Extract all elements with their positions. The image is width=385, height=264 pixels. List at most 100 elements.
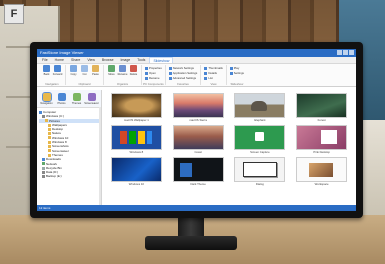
folder-icon [41, 91, 52, 102]
advanced-settings-command[interactable]: Advanced Settings [169, 76, 198, 80]
thumbnail[interactable]: Windows 10 [108, 158, 165, 187]
details-view-command[interactable]: Details [204, 71, 222, 75]
download-folder-icon [42, 157, 45, 161]
thumbnail[interactable]: Coast [170, 126, 227, 155]
folder-icon [48, 123, 51, 127]
move-icon [108, 65, 115, 72]
rename-button[interactable]: Rename [118, 65, 127, 78]
elephant-photo-icon [235, 94, 285, 117]
back-arrow-icon [43, 65, 50, 72]
minimize-icon[interactable] [337, 50, 342, 55]
ribbon-group-navigation: Back Forward Navigation [39, 65, 66, 86]
menu-view[interactable]: View [84, 57, 98, 63]
pink-photo-icon [297, 126, 347, 149]
folder-icon [48, 132, 51, 136]
copy-button[interactable]: Copy [69, 65, 78, 78]
close-icon[interactable] [349, 50, 354, 55]
thumbnail[interactable]: Windows 8 [108, 126, 165, 155]
dark-screen-photo-icon [173, 158, 223, 181]
monitor-screen: FastStone Image Viewer File Home Share V… [37, 49, 356, 211]
rename-command[interactable]: Rename [145, 76, 162, 80]
rename-icon [119, 65, 126, 72]
network-settings-command[interactable]: Network Settings [169, 66, 198, 70]
status-text: 12 items [39, 206, 51, 210]
play-slideshow-command[interactable]: Play [230, 66, 244, 70]
maximize-icon[interactable] [343, 50, 348, 55]
ribbon-group-slideshow: Play Settings Slideshow [230, 66, 244, 86]
ribbon: Back Forward Navigation Copy Cut Paste C… [37, 64, 356, 87]
paste-button[interactable]: Paste [91, 65, 100, 78]
window-controls [336, 50, 354, 58]
computer-icon [39, 110, 42, 114]
copy-icon [70, 65, 77, 72]
menu-slideshow[interactable]: Slideshow [149, 57, 174, 63]
forward-arrow-icon [54, 65, 61, 72]
application-settings-command[interactable]: Application Settings [169, 71, 198, 75]
folder-icon [48, 136, 51, 140]
windows10-photo-icon [111, 158, 161, 181]
menu-file[interactable]: File [39, 57, 51, 63]
properties-command[interactable]: Properties [145, 66, 162, 70]
menu-tools[interactable]: Tools [134, 57, 148, 63]
folder-tree: Computer Windows (C:) Pictures Wallpaper… [37, 108, 101, 181]
thumbnail[interactable]: Forest [293, 94, 350, 123]
green-screen-photo-icon [235, 126, 285, 149]
lion-photo-icon [111, 94, 161, 117]
ribbon-group-view: Thumbnails Details List View [201, 65, 227, 86]
menu-home[interactable]: Home [52, 57, 67, 63]
cut-button[interactable]: Cut [80, 65, 89, 78]
thumbnail[interactable]: Dialog [232, 158, 289, 187]
menu-share[interactable]: Share [68, 57, 83, 63]
ribbon-group-favorites: Network Settings Application Settings Ad… [166, 65, 202, 86]
sidebar-nav: Navigation Photos Themes Screensaver [37, 90, 101, 108]
menu-browse[interactable]: Browse [99, 57, 117, 63]
forward-button[interactable]: Forward [53, 65, 62, 78]
delete-button[interactable]: Delete [129, 65, 138, 78]
status-bar: 12 items [37, 205, 356, 211]
thumbnail[interactable]: Workspace [293, 158, 350, 187]
photo-icon [57, 92, 66, 101]
screensaver-icon [87, 92, 96, 101]
drive-icon [42, 170, 45, 174]
menu-bar: File Home Share View Browse Image Tools … [37, 57, 356, 64]
folder-icon [48, 153, 51, 157]
tree-item[interactable]: Backup (E:) [39, 174, 99, 178]
ribbon-group-clipboard: Copy Cut Paste Clipboard [66, 65, 104, 86]
window-titlebar: FastStone Image Viewer [37, 49, 356, 57]
nav-screensaver[interactable]: Screensaver [84, 92, 99, 105]
window-body: Navigation Photos Themes Screensaver Com… [37, 90, 356, 205]
drive-icon [42, 115, 45, 118]
nav-photos[interactable]: Photos [56, 92, 68, 105]
folder-icon [48, 140, 51, 144]
nav-navigation[interactable]: Navigation [40, 91, 53, 105]
list-view-command[interactable]: List [204, 76, 222, 80]
recycle-bin-icon [42, 166, 45, 170]
forest-photo-icon [297, 94, 347, 117]
folder-icon [45, 119, 48, 123]
move-button[interactable]: Move [107, 65, 116, 78]
thumbnail[interactable]: macOS Sierra [170, 94, 227, 123]
workspace-photo-icon [297, 158, 347, 181]
dialog-photo-icon [235, 158, 285, 181]
thumbnail[interactable]: Pink Desktop [293, 126, 350, 155]
slideshow-settings-command[interactable]: Settings [230, 71, 244, 75]
nav-themes[interactable]: Themes [71, 92, 83, 105]
thumbnails-view-command[interactable]: Thumbnails [204, 66, 222, 70]
thumbnail-grid: macOS Wallpaper 1 macOS Sierra Elephant … [102, 90, 356, 205]
delete-icon [130, 65, 137, 72]
thumbnail[interactable]: Dark Theme [170, 158, 227, 187]
back-button[interactable]: Back [42, 65, 51, 78]
thumbnail[interactable]: macOS Wallpaper 1 [108, 94, 165, 123]
thumbnail[interactable]: Elephant [232, 94, 289, 123]
mountain-photo-icon [173, 94, 223, 117]
sidebar-scrollbar[interactable] [99, 107, 101, 205]
menu-image[interactable]: Image [118, 57, 134, 63]
folder-icon [48, 127, 51, 131]
coast-photo-icon [173, 126, 223, 149]
thumbnail[interactable]: Screen Capture [232, 126, 289, 155]
folder-icon [48, 149, 51, 153]
open-command[interactable]: Open [145, 71, 162, 75]
paste-icon [92, 65, 99, 72]
window-title: FastStone Image Viewer [40, 50, 84, 55]
theme-icon [72, 92, 81, 101]
